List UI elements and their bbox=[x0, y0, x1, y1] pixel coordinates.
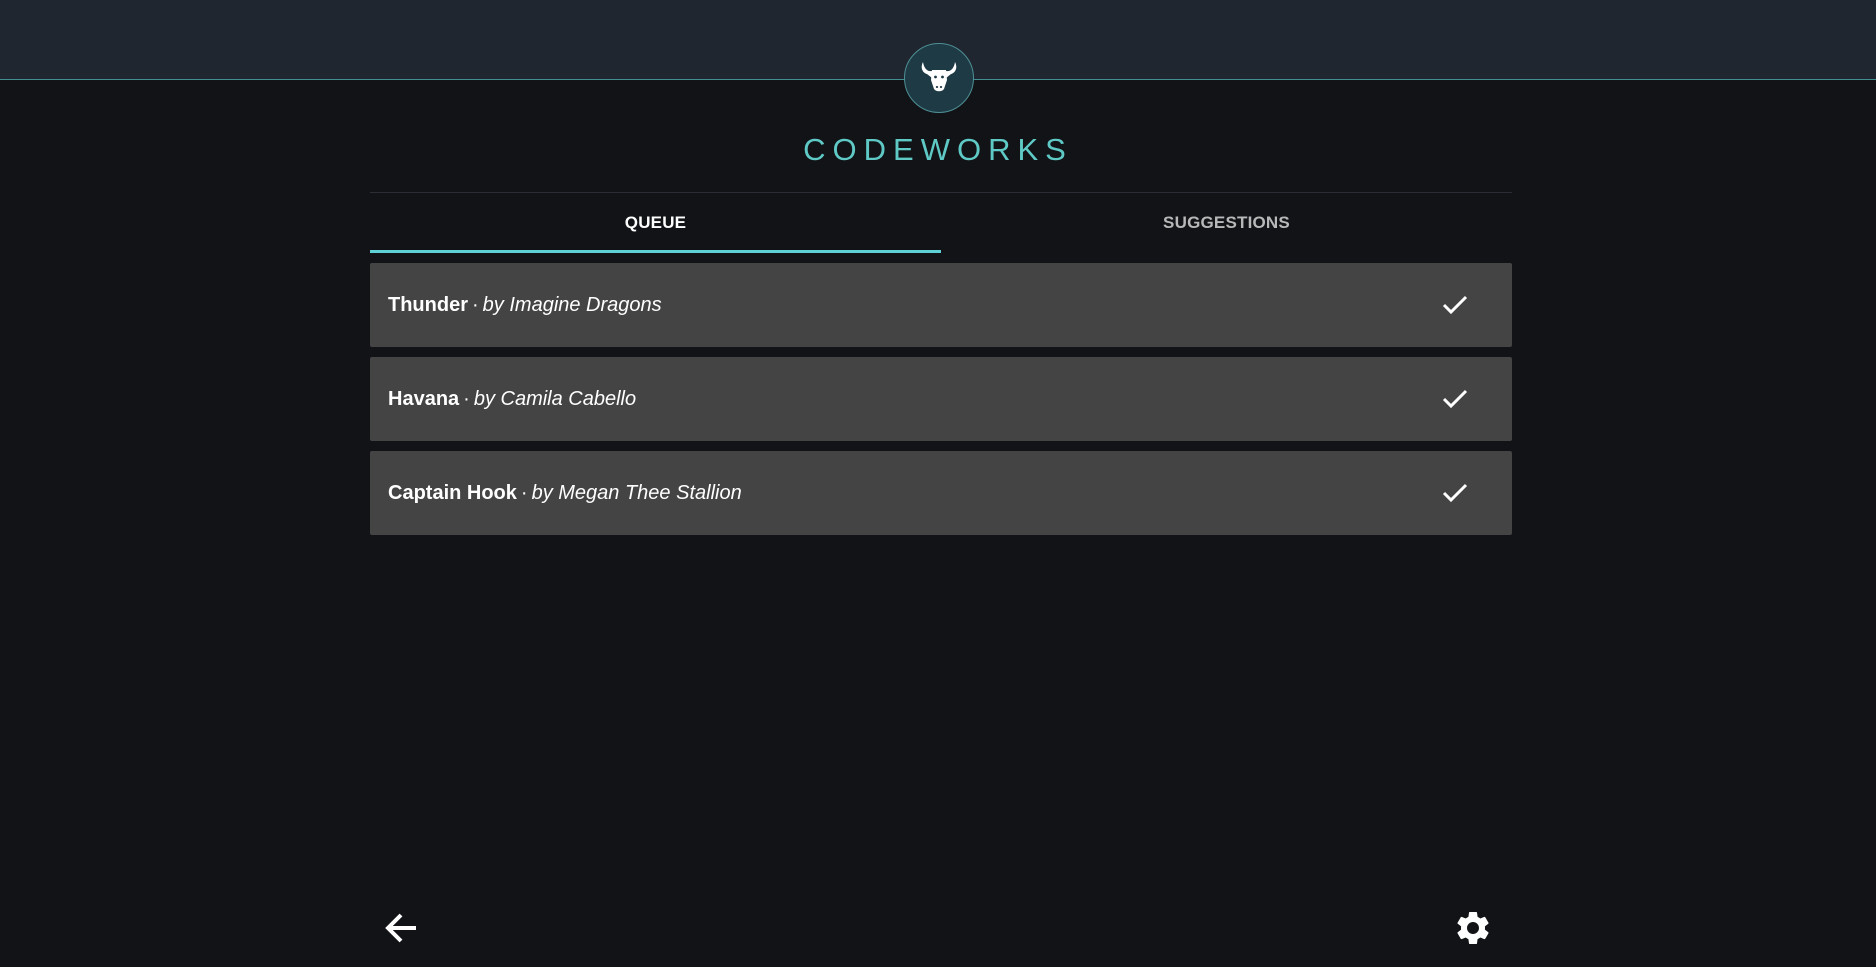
song-info: Captain Hook · by Megan Thee Stallion bbox=[388, 482, 1438, 505]
check-icon[interactable] bbox=[1438, 382, 1472, 416]
gear-icon bbox=[1453, 908, 1493, 953]
separator: · bbox=[520, 481, 528, 504]
arrow-left-icon bbox=[384, 912, 420, 949]
main-panel: QUEUE SUGGESTIONS Thunder · by Imagine Dra… bbox=[370, 192, 1512, 545]
song-artist: by Camila Cabello bbox=[473, 387, 637, 410]
song-artist: by Imagine Dragons bbox=[482, 293, 662, 316]
tab-queue[interactable]: QUEUE bbox=[370, 193, 941, 253]
back-button[interactable] bbox=[380, 908, 424, 952]
list-item: Havana · by Camila Cabello bbox=[370, 357, 1512, 441]
bull-icon bbox=[917, 56, 961, 101]
song-title: Captain Hook bbox=[388, 481, 517, 504]
song-title: Thunder bbox=[388, 293, 468, 316]
separator: · bbox=[472, 293, 479, 316]
separator: · bbox=[463, 387, 470, 410]
song-title: Havana bbox=[388, 387, 460, 410]
list-item: Captain Hook · by Megan Thee Stallion bbox=[370, 451, 1512, 535]
check-icon[interactable] bbox=[1438, 288, 1472, 322]
tab-suggestions[interactable]: SUGGESTIONS bbox=[941, 193, 1512, 253]
list-item: Thunder · by Imagine Dragons bbox=[370, 263, 1512, 347]
tab-bar: QUEUE SUGGESTIONS bbox=[370, 193, 1512, 253]
logo bbox=[904, 43, 974, 113]
queue-list: Thunder · by Imagine Dragons Havana · by Cam… bbox=[370, 263, 1512, 535]
check-icon[interactable] bbox=[1438, 476, 1472, 510]
song-info: Thunder · by Imagine Dragons bbox=[388, 294, 1438, 317]
brand-title: CODEWORKS bbox=[803, 132, 1073, 167]
settings-button[interactable] bbox=[1451, 908, 1495, 952]
song-artist: by Megan Thee Stallion bbox=[531, 481, 742, 504]
song-info: Havana · by Camila Cabello bbox=[388, 388, 1438, 411]
